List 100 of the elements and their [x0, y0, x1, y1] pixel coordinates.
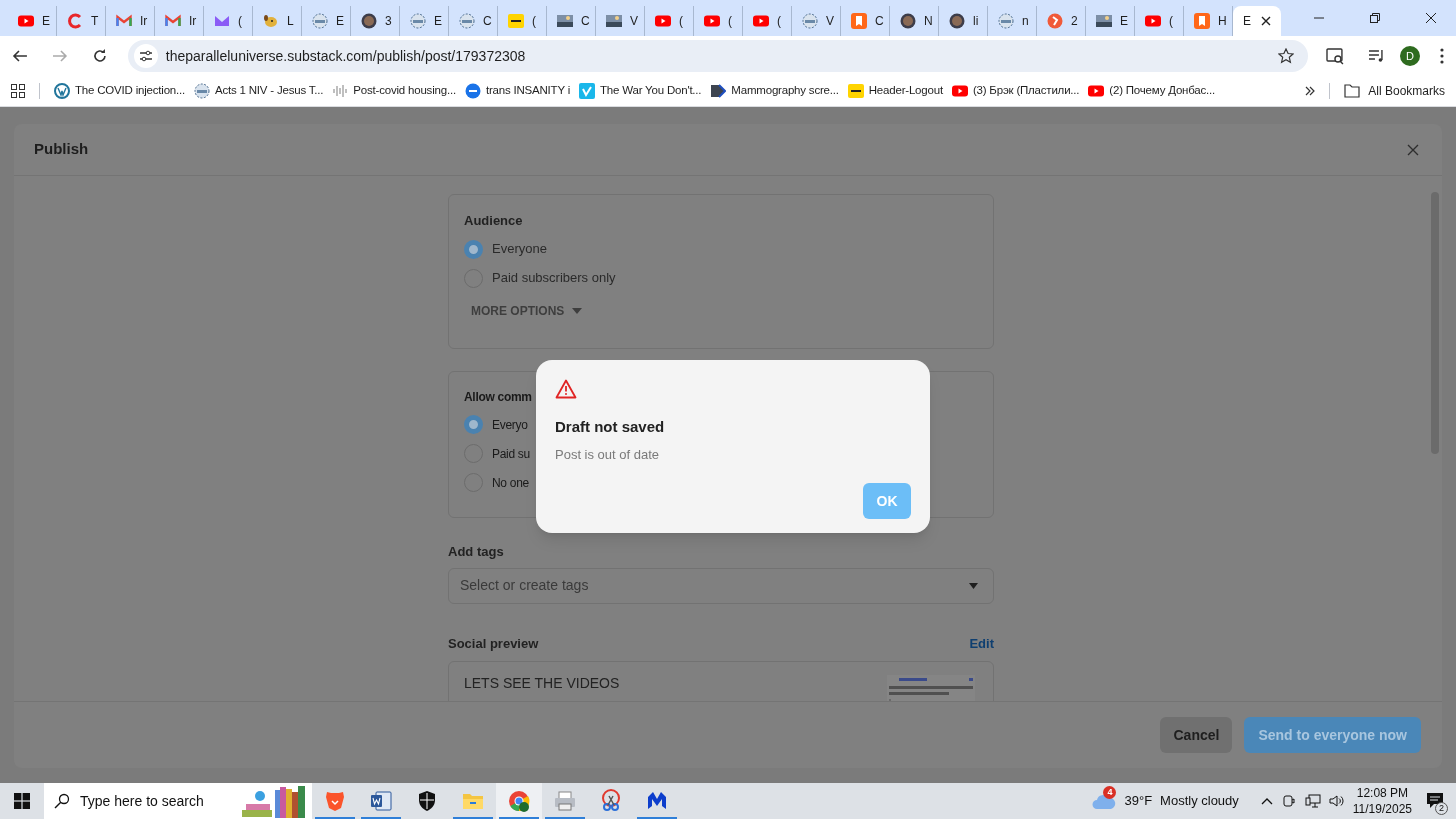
tab-title: C [875, 13, 884, 30]
reload-icon[interactable] [91, 48, 108, 64]
radio-button[interactable] [464, 239, 483, 259]
bookmark-icon [1194, 13, 1210, 29]
speaker-icon[interactable] [1328, 794, 1345, 808]
browser-logo-icon [507, 789, 531, 813]
avatar-icon [949, 13, 965, 29]
chevron-logo-icon [710, 83, 727, 99]
alert-message: Post is out of date [555, 445, 661, 464]
close-icon[interactable] [1261, 16, 1271, 26]
square-logo-icon [847, 83, 864, 99]
globe-icon [802, 13, 818, 29]
globe-icon [194, 83, 210, 99]
bookmark[interactable]: Post-covid housing... [332, 82, 456, 100]
play-logo-icon [951, 83, 968, 99]
taskbar-search-field[interactable]: Type here to search [44, 783, 312, 819]
square-logo-icon [508, 13, 524, 29]
address-bar[interactable]: theparalleluniverse.substack.com/publish/post/179372308 [127, 40, 1309, 72]
preview-headline: LETS SEE THE VIDEOS [464, 674, 620, 693]
tab-title: H [1218, 13, 1227, 30]
bookmark-icon [851, 13, 867, 29]
weather-temp[interactable]: 39°F [1124, 791, 1153, 811]
radio-button[interactable] [464, 415, 483, 434]
apps-grid-icon[interactable] [11, 84, 25, 98]
photo-icon [1096, 13, 1112, 29]
star-icon[interactable] [1278, 48, 1295, 64]
section-label: Audience [464, 212, 524, 230]
tab-title: Ir [140, 13, 148, 30]
mail-icon [165, 13, 181, 29]
weather-condition[interactable]: Mostly cloudy [1160, 791, 1239, 811]
radio-label: Paid su [492, 445, 530, 463]
globe-icon [459, 13, 475, 29]
notifications-icon[interactable] [1426, 792, 1444, 810]
weather-badge: 4 [1103, 786, 1117, 799]
search-tab-icon[interactable] [1326, 47, 1345, 65]
profile-avatar[interactable]: D [1400, 46, 1421, 66]
globe-icon [410, 13, 426, 29]
bookmark[interactable]: The COVID injection... [54, 82, 185, 100]
dialog-title: Publish [34, 139, 89, 160]
tab-title: E [336, 13, 344, 30]
tab-title: ( [679, 13, 683, 30]
tab-title: ( [238, 13, 242, 30]
document-icon [369, 789, 393, 813]
tab-title: n [1022, 13, 1029, 30]
radio-label: Paid subscribers only [492, 269, 616, 288]
circle-logo-icon [54, 83, 70, 99]
chevron-right-icon[interactable] [1305, 86, 1316, 96]
close-icon[interactable] [1426, 13, 1436, 23]
bookmark[interactable]: Header-Logout [847, 82, 943, 100]
browser-tab[interactable]: E [1233, 6, 1281, 36]
bookmark[interactable]: trans INSANITY i [464, 82, 571, 100]
alert-title: Draft not saved [555, 417, 666, 437]
tab-title: ( [777, 13, 781, 30]
bookmark[interactable]: Acts 1 NIV - Jesus T... [194, 82, 324, 100]
radio-label: No one [492, 474, 529, 492]
tab-title: V [826, 13, 834, 30]
camera-icon[interactable] [1282, 794, 1295, 808]
back-icon[interactable] [12, 48, 28, 64]
waveform-icon [332, 83, 349, 99]
network-icon[interactable] [1304, 794, 1321, 808]
tab-title: 3 [385, 13, 392, 30]
play-logo-icon [655, 13, 671, 29]
globe-icon [312, 13, 328, 29]
dog-icon [263, 13, 279, 29]
tab-title: V [630, 13, 638, 30]
play-logo-icon [753, 13, 769, 29]
tab-title: E [434, 13, 442, 30]
chevron-up-icon[interactable] [1260, 797, 1273, 805]
bookmark[interactable]: (2) Почему Донбас... [1088, 82, 1216, 100]
section-label: Social preview [448, 634, 539, 653]
tab-title: N [924, 13, 933, 30]
photo-icon [606, 13, 622, 29]
scissors-icon [599, 789, 623, 813]
printer-icon [553, 789, 577, 813]
bookmark[interactable]: Mammography scre... [710, 82, 839, 100]
tab-title: L [287, 13, 294, 30]
envelope-icon [214, 13, 230, 29]
radio-label: Everyone [492, 240, 547, 259]
section-label: Allow comm [464, 389, 532, 406]
restore-icon[interactable] [1370, 13, 1380, 23]
windows-start-icon[interactable] [14, 793, 30, 809]
clock[interactable]: 12:08 PM 11/19/2025 [1352, 785, 1412, 817]
bookmark[interactable]: The War You Don't... [579, 82, 702, 100]
site-settings-icon[interactable] [133, 44, 158, 68]
tab-title: li [973, 13, 979, 30]
warning-icon [555, 379, 577, 399]
tab-title: C [581, 13, 590, 30]
menu-icon[interactable] [1440, 48, 1444, 64]
tab-title: E [42, 13, 50, 30]
play-logo-icon [704, 13, 720, 29]
avatar-icon [361, 13, 377, 29]
bookmark[interactable]: (3) Брэк (Пластили... [951, 82, 1080, 100]
tab-title: ( [1169, 13, 1173, 30]
play-logo-icon [1088, 83, 1105, 99]
search-placeholder: Type here to search [80, 791, 204, 811]
mail-icon [116, 13, 132, 29]
caret-icon [969, 582, 978, 589]
tab-title: E [1243, 13, 1251, 30]
tab-title: E [1120, 13, 1128, 30]
all-bookmarks[interactable]: All Bookmarks [1344, 82, 1445, 100]
